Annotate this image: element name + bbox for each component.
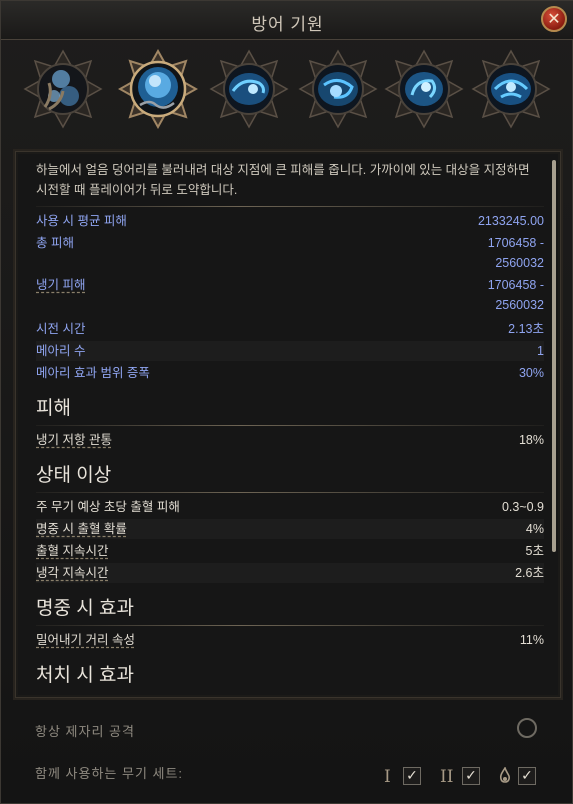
- stat-row: 냉기 저항 관통 18%: [36, 430, 544, 450]
- ice-rune-variant-4-icon: [471, 49, 551, 129]
- always-attack-in-place-label: 항상 제자리 공격: [35, 724, 135, 739]
- stat-row: 시전 시간 2.13초: [36, 319, 544, 339]
- stat-value: 1: [537, 344, 544, 358]
- rune-option-1[interactable]: [23, 49, 103, 129]
- stat-label: 주 무기 예상 초당 출혈 피해: [36, 500, 180, 514]
- offhand-weapon-icon: [499, 767, 510, 783]
- panel-scrollbar[interactable]: [552, 160, 556, 552]
- stat-row: 메아리 효과 범위 증폭 30%: [36, 363, 544, 383]
- title-bar: 방어 기원 ✕: [1, 1, 573, 40]
- weapon-set-2-checkbox[interactable]: ✓: [462, 767, 480, 785]
- ice-rune-variant-2-icon: [298, 49, 378, 129]
- stat-label: 총 피해: [36, 236, 74, 250]
- stat-value: 0.3~0.9: [501, 500, 544, 514]
- skill-description: 하늘에서 얼음 덩어리를 불러내려 대상 지점에 큰 피해를 줍니다. 가까이에…: [36, 163, 530, 197]
- rune-option-5[interactable]: [384, 49, 464, 129]
- rune-option-2-selected[interactable]: [118, 49, 198, 129]
- stat-value: 18%: [518, 433, 544, 447]
- divider: [36, 425, 544, 426]
- ice-orb-selected-icon: [118, 49, 198, 129]
- stat-value: 2.6초: [515, 566, 544, 580]
- stat-value: 2133245.00: [477, 214, 544, 228]
- weapon-set-1-label: I: [384, 767, 391, 787]
- rune-option-4[interactable]: [298, 49, 378, 129]
- skill-info-panel: 하늘에서 얼음 덩어리를 불러내려 대상 지점에 큰 피해를 줍니다. 가까이에…: [15, 151, 561, 698]
- rune-selector: [1, 41, 573, 141]
- stat-label[interactable]: 밀어내기 거리 속성: [36, 630, 135, 650]
- stat-row: 냉각 지속시간 2.6초: [36, 563, 544, 583]
- stat-row: 명중 시 출혈 확률 4%: [36, 519, 544, 539]
- stat-label: 시전 시간: [36, 322, 86, 336]
- weapon-set-1-checkbox[interactable]: ✓: [403, 767, 421, 785]
- rune-option-6[interactable]: [471, 49, 551, 129]
- divider: [36, 492, 544, 493]
- rune-option-3[interactable]: [209, 49, 289, 129]
- stat-label: 메아리 효과 범위 증폭: [36, 366, 150, 380]
- skill-info-content: 하늘에서 얼음 덩어리를 불러내려 대상 지점에 큰 피해를 줍니다. 가까이에…: [36, 160, 544, 692]
- stat-label: 메아리 수: [36, 344, 86, 358]
- stat-value: 5초: [525, 544, 544, 558]
- always-attack-in-place-toggle[interactable]: [517, 718, 537, 738]
- stat-label[interactable]: 냉기 저항 관통: [36, 430, 112, 450]
- section-heading-on-kill: 처치 시 효과: [36, 665, 134, 686]
- stat-value: 4%: [525, 522, 544, 536]
- stat-value: 30%: [518, 366, 544, 380]
- weapon-set-2-label: II: [440, 767, 454, 787]
- stat-row: 사용 시 평균 피해 2133245.00: [36, 211, 544, 231]
- close-button[interactable]: ✕: [541, 6, 567, 32]
- stat-value: 2.13초: [508, 322, 544, 336]
- stat-label[interactable]: 냉기 피해: [36, 275, 85, 295]
- stat-label[interactable]: 냉각 지속시간: [36, 563, 108, 583]
- stat-label[interactable]: 출혈 지속시간: [36, 541, 108, 561]
- stat-row: 냉기 피해 1706458 - 2560032: [36, 275, 544, 315]
- stat-value: 1706458 - 2560032: [487, 278, 544, 312]
- stat-row: 메아리 수 1: [36, 341, 544, 361]
- stat-row: 밀어내기 거리 속성 11%: [36, 630, 544, 650]
- stat-value: 11%: [519, 633, 544, 647]
- stat-row: 주 무기 예상 초당 출혈 피해 0.3~0.9: [36, 497, 544, 517]
- stat-label: 사용 시 평균 피해: [36, 214, 127, 228]
- divider: [36, 206, 544, 207]
- stat-label[interactable]: 명중 시 출혈 확률: [36, 519, 127, 539]
- ice-rune-variant-1-icon: [209, 49, 289, 129]
- divider: [36, 625, 544, 626]
- stat-value: 1706458 - 2560032: [487, 236, 544, 270]
- section-heading-damage: 피해: [36, 398, 71, 419]
- weapon-set-offhand-checkbox[interactable]: ✓: [518, 767, 536, 785]
- weapon-set-label: 함께 사용하는 무기 세트:: [35, 766, 184, 781]
- section-heading-on-hit: 명중 시 효과: [36, 598, 134, 619]
- stat-row: 출혈 지속시간 5초: [36, 541, 544, 561]
- chained-orb-icon: [23, 49, 103, 129]
- ice-rune-variant-3-icon: [384, 49, 464, 129]
- stat-row: 총 피해 1706458 - 2560032: [36, 233, 544, 273]
- window-title: 방어 기원: [251, 15, 324, 34]
- skill-window: 방어 기원 ✕ 하늘에서 얼음 덩어리를 불러내려 대상 지점에 큰 피해를 줍…: [0, 0, 573, 804]
- section-heading-status: 상태 이상: [36, 465, 112, 486]
